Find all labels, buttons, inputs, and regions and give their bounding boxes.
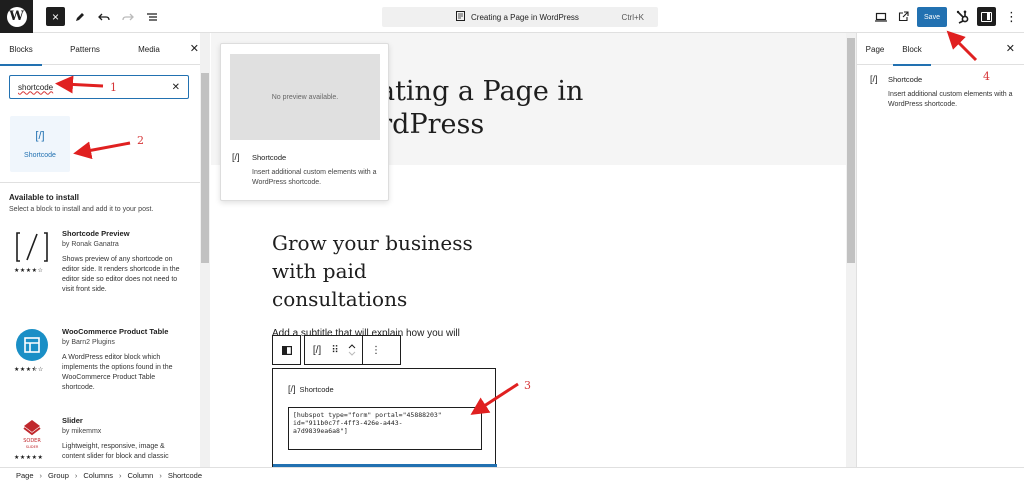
undo-icon[interactable] — [94, 7, 113, 26]
move-up-down-icon[interactable] — [341, 336, 363, 364]
page-title[interactable]: eating a Page in ordPress — [363, 75, 583, 141]
plugin-item[interactable]: ★★★⯪☆ WooCommerce Product Table by Barn2… — [14, 327, 200, 417]
clear-search-icon[interactable]: ✕ — [172, 82, 180, 93]
rating-stars: ★★★⯪☆ — [14, 367, 44, 373]
popover-block-name: Shortcode — [252, 153, 287, 162]
document-overview-icon[interactable] — [142, 7, 161, 26]
shortcode-icon: [/] — [232, 152, 240, 162]
tab-block[interactable]: Block — [893, 33, 931, 66]
settings-sidebar-toggle[interactable] — [977, 7, 996, 26]
document-icon — [456, 10, 465, 24]
block-search-input[interactable]: shortcode ✕ — [9, 75, 189, 99]
shortcode-icon: [/] — [870, 74, 878, 84]
slider-logo-line-2: SLIDER — [26, 445, 39, 449]
shortcode-block-label: Shortcode — [299, 385, 334, 394]
plugin-name: WooCommerce Product Table — [62, 327, 169, 336]
block-preview-popover: No preview available. [/] Shortcode Inse… — [220, 43, 389, 201]
inserter-tabs: Blocks Patterns Media ✕ — [0, 33, 209, 66]
breadcrumb-page[interactable]: Page — [16, 471, 34, 480]
tab-media[interactable]: Media — [128, 33, 170, 65]
sidebar-block-description: Insert additional custom elements with a… — [888, 91, 1013, 108]
plugin-name: Slider — [62, 416, 83, 425]
inserter-scrollbar[interactable] — [200, 33, 210, 467]
tab-patterns[interactable]: Patterns — [42, 33, 128, 65]
redo-icon[interactable] — [118, 7, 137, 26]
close-inserter-button[interactable]: × — [46, 7, 65, 26]
scrollbar-thumb[interactable] — [201, 73, 209, 263]
rating-stars: ★★★★★ — [14, 455, 44, 461]
annotation-label-1: 1 — [110, 81, 117, 94]
block-toolbar: [/] ⠿ ⋮ — [304, 335, 401, 365]
section-heading[interactable]: Grow your business with paid consultatio… — [272, 229, 502, 313]
columns-icon — [281, 345, 292, 355]
rating-stars: ★★★★☆ — [14, 268, 44, 274]
close-icon[interactable]: ✕ — [190, 42, 199, 55]
breadcrumb: Page › Group › Columns › Column › Shortcode — [0, 467, 1024, 483]
keyboard-shortcut: Ctrl+K — [621, 12, 644, 22]
divider — [0, 182, 200, 183]
slider-logo-line-1: SODER — [23, 438, 41, 444]
preview-device-icon[interactable] — [871, 7, 890, 26]
plugin-description: A WordPress editor block which implement… — [62, 354, 173, 391]
shortcode-icon: [/] — [288, 384, 296, 394]
block-type-button[interactable]: [/] — [305, 345, 329, 356]
canvas-scrollbar[interactable] — [846, 33, 856, 467]
command-palette-button[interactable]: Creating a Page in WordPress Ctrl+K — [382, 7, 658, 27]
available-subtext: Select a block to install and add it to … — [9, 206, 154, 213]
shortcode-textarea[interactable]: [hubspot type="form" portal="45888203" i… — [288, 407, 482, 450]
annotation-label-3: 3 — [524, 379, 531, 392]
tab-page[interactable]: Page — [857, 33, 893, 65]
popover-block-description: Insert additional custom elements with a… — [252, 169, 377, 186]
plugin-author: by Barn2 Plugins — [62, 339, 115, 346]
options-menu-icon[interactable]: ⋮ — [1002, 7, 1021, 26]
shortcode-block-header: [/] Shortcode — [288, 384, 334, 394]
plugin-author: by Ronak Ganatra — [62, 241, 119, 248]
tab-blocks[interactable]: Blocks — [0, 33, 42, 66]
drag-handle-icon[interactable]: ⠿ — [329, 345, 341, 356]
breadcrumb-columns[interactable]: Columns — [83, 471, 113, 480]
sidebar-tabs: Page Block ✕ — [857, 33, 1024, 66]
hubspot-icon[interactable] — [953, 7, 972, 26]
wordpress-logo-icon[interactable]: W — [0, 0, 33, 33]
annotation-label-2: 2 — [137, 134, 144, 147]
block-inserter-panel: Blocks Patterns Media ✕ shortcode ✕ [/] … — [0, 33, 210, 467]
breadcrumb-column[interactable]: Column — [127, 471, 153, 480]
plugin-name: Shortcode Preview — [62, 229, 130, 238]
breadcrumb-group[interactable]: Group — [48, 471, 69, 480]
annotation-label-4: 4 — [983, 70, 990, 83]
view-page-external-icon[interactable] — [894, 7, 913, 26]
plugin-description: Lightweight, responsive, image & content… — [62, 443, 169, 460]
sidebar-icon — [981, 11, 992, 22]
settings-sidebar: Page Block ✕ [/] Shortcode Insert additi… — [856, 33, 1024, 467]
plugin-description: Shows preview of any shortcode on editor… — [62, 256, 180, 293]
block-toolbar-parent[interactable] — [272, 335, 301, 365]
slider-logo-icon: SODER SLIDER — [14, 416, 50, 452]
available-heading: Available to install — [9, 193, 79, 202]
preview-area: No preview available. — [230, 54, 380, 140]
shortcode-block-result[interactable]: [/] Shortcode — [10, 116, 70, 172]
plugin-item[interactable]: SODER SLIDER ★★★★★ Slider by mikemmx Lig… — [14, 416, 200, 467]
product-table-icon — [14, 327, 50, 363]
document-title: Creating a Page in WordPress — [471, 12, 579, 22]
scrollbar-thumb[interactable] — [847, 38, 855, 263]
sidebar-block-name: Shortcode — [888, 75, 923, 84]
shortcode-preview-icon — [14, 229, 50, 265]
pencil-tools-icon[interactable] — [70, 7, 89, 26]
editor-top-bar: W × Creating a Page in WordPress Ctrl+K … — [0, 0, 1024, 33]
close-icon[interactable]: ✕ — [1006, 42, 1015, 55]
editor-canvas: eating a Page in ordPress No preview ava… — [211, 33, 846, 467]
breadcrumb-shortcode: Shortcode — [167, 471, 203, 480]
shortcode-block[interactable]: [/] Shortcode [hubspot type="form" portal… — [272, 368, 497, 467]
block-result-label: Shortcode — [24, 151, 56, 159]
plugin-author: by mikemmx — [62, 428, 102, 435]
block-options-button[interactable]: ⋮ — [363, 345, 389, 356]
shortcode-icon: [/] — [35, 129, 45, 142]
plugin-item[interactable]: ★★★★☆ Shortcode Preview by Ronak Ganatra… — [14, 229, 200, 319]
save-button[interactable]: Save — [917, 7, 947, 27]
